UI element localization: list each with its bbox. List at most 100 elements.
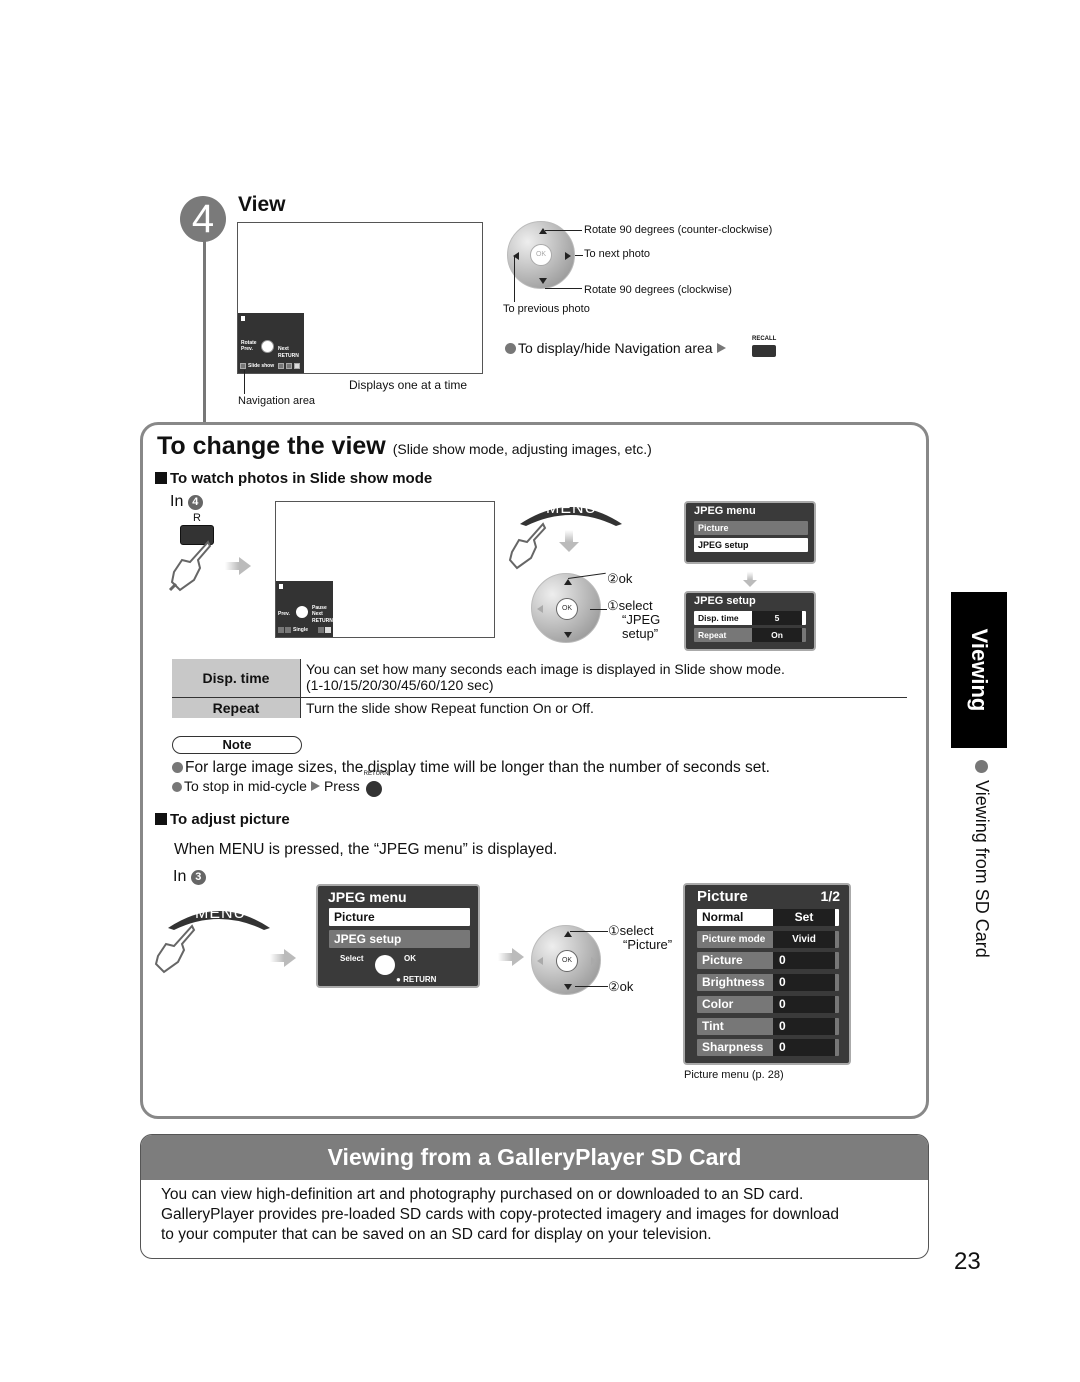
menu-label: MENU — [195, 905, 247, 922]
square-bullet-icon — [155, 472, 167, 484]
picture-setting-row[interactable]: Picture 0 — [697, 952, 839, 970]
dpad-icon — [296, 606, 308, 618]
dpad-down-label: Rotate 90 degrees (clockwise) — [584, 284, 732, 296]
note-label: Note — [172, 736, 302, 754]
menu-item-picture[interactable]: Picture — [329, 908, 470, 926]
leader-line — [575, 986, 608, 987]
note-item: For large image sizes, the display time … — [172, 759, 770, 777]
yellow-key-icon — [325, 627, 331, 633]
setting-value: Set — [773, 909, 835, 926]
table-key: Repeat — [172, 698, 301, 718]
green-key-icon — [278, 363, 284, 369]
jpeg-menu-osd: JPEG menu Picture JPEG setup — [684, 501, 816, 564]
table-description: Turn the slide show Repeat function On o… — [306, 700, 594, 716]
setting-label: Tint — [702, 1018, 724, 1033]
file-icon — [241, 316, 245, 321]
picture-setting-row[interactable]: Tint 0 — [697, 1017, 839, 1035]
picture-setting-row[interactable]: Sharpness 0 — [697, 1039, 839, 1057]
chapter-tab: Viewing — [951, 592, 1007, 748]
setting-value: 0 — [773, 995, 835, 1013]
setting-label: Picture — [702, 953, 743, 968]
setting-value: 0 — [773, 952, 835, 970]
leader-line — [545, 230, 582, 231]
leader-line — [514, 256, 515, 302]
remote-dpad-illustration: OK — [531, 573, 601, 643]
osd-title: JPEG menu — [328, 889, 407, 905]
menu-label: MENU — [546, 500, 598, 517]
step-ref-badge: 4 — [187, 495, 203, 510]
note-item: To stop in mid-cycle Press RETURN — [172, 771, 389, 797]
setting-row-disp-time[interactable]: Disp. time 5 — [694, 611, 806, 625]
down-arrow-icon — [539, 278, 547, 284]
setting-value: 0 — [773, 974, 835, 992]
red-key-icon — [278, 627, 284, 633]
table-key: Disp. time — [172, 659, 301, 697]
jpeg-menu-osd: JPEG menu Picture JPEG setup Select OK ●… — [316, 884, 480, 988]
return-button-icon: RETURN — [364, 771, 389, 797]
arrow-right-icon — [225, 557, 251, 575]
remote-dpad-illustration: OK — [507, 221, 575, 289]
adjust-intro: When MENU is pressed, the “JPEG menu” is… — [174, 841, 558, 858]
note-text: To stop in mid-cycle — [184, 778, 307, 794]
picture-setting-row[interactable]: Normal Set — [697, 909, 839, 926]
slideshow-navigation-panel: Prev. Pause Next RETURN Single — [276, 581, 333, 637]
screen-caption: Displays one at a time — [349, 378, 468, 392]
right-arrow-icon — [591, 957, 597, 965]
bullet-icon — [172, 762, 183, 773]
setting-label: Normal — [702, 910, 744, 924]
ok-button-icon: OK — [556, 598, 578, 620]
adjust-heading-text: To adjust picture — [170, 811, 290, 828]
adjust-heading: To adjust picture — [155, 811, 290, 828]
step-ref-badge: 3 — [190, 870, 206, 885]
osd-title: Picture — [697, 888, 748, 905]
nav-prev-label: Prev. — [278, 611, 290, 617]
in-step-reference: In 4 — [170, 493, 203, 511]
press-text: Press — [323, 778, 360, 794]
dpad-left-label: To previous photo — [503, 303, 590, 315]
menu-item-jpeg-setup[interactable]: JPEG setup — [694, 538, 808, 552]
picture-setting-row[interactable]: Picture mode Vivid — [697, 930, 839, 948]
pointing-hand-icon — [168, 540, 212, 592]
nav-area-caption: Navigation area — [238, 395, 316, 407]
down-arrow-icon — [564, 632, 572, 638]
setting-value: 0 — [773, 1017, 835, 1035]
red-key-icon — [240, 363, 246, 369]
in-text: In — [170, 493, 184, 510]
picture-setting-row[interactable]: Color 0 — [697, 995, 839, 1013]
dpad-icon — [375, 955, 395, 975]
step-title: View — [238, 193, 286, 216]
return-hint-text: RETURN — [403, 975, 437, 984]
section-title: To change the view (Slide show mode, adj… — [157, 432, 652, 461]
picture-setting-row[interactable]: Brightness 0 — [697, 974, 839, 992]
setting-value: Vivid — [773, 930, 835, 948]
setting-row-repeat[interactable]: Repeat On — [694, 628, 806, 642]
leader-line — [575, 255, 583, 256]
menu-item-picture[interactable]: Picture — [694, 521, 808, 535]
ok-button-icon: OK — [556, 950, 578, 972]
up-arrow-icon — [564, 579, 572, 585]
slideshow-screen-illustration: Prev. Pause Next RETURN Single — [275, 501, 495, 638]
file-icon — [279, 584, 283, 589]
right-arrow-icon — [565, 252, 571, 260]
left-arrow-icon — [537, 605, 543, 613]
bullet-icon — [172, 782, 182, 792]
up-arrow-icon — [539, 228, 547, 234]
slideshow-heading: To watch photos in Slide show mode — [155, 470, 432, 487]
arrow-right-icon — [716, 343, 726, 353]
toggle-nav-text: To display/hide Navigation area — [518, 340, 713, 356]
leader-line — [570, 931, 608, 932]
galleryplayer-panel: Viewing from a GalleryPlayer SD Card You… — [140, 1134, 929, 1259]
menu-item-jpeg-setup[interactable]: JPEG setup — [329, 930, 470, 948]
left-arrow-icon — [537, 957, 543, 965]
nav-next-label: Next — [278, 346, 289, 352]
arrow-right-icon — [498, 948, 524, 966]
step1-line: setup” — [622, 626, 659, 641]
green-key-icon — [285, 627, 291, 633]
setting-label: Sharpness — [702, 1040, 764, 1055]
step1-line: ①select — [607, 598, 653, 613]
step2-ok-label: ②ok — [608, 979, 634, 994]
arrow-down-icon — [743, 571, 757, 589]
return-hint: ● RETURN — [396, 975, 437, 984]
pointing-hand-icon — [508, 522, 547, 570]
bullet-icon — [505, 343, 516, 354]
